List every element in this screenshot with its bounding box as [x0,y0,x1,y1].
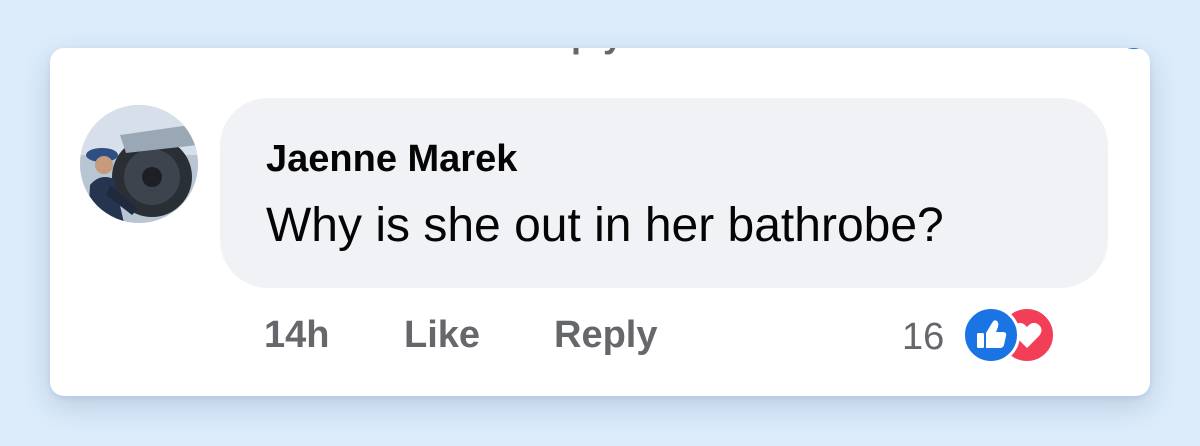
comment-bubble: Jaenne Marek Why is she out in her bathr… [220,98,1108,288]
avatar[interactable] [80,105,198,223]
comment-timestamp[interactable]: 14h [264,314,329,357]
like-icon [962,306,1020,364]
comment-author[interactable]: Jaenne Marek [266,138,517,181]
previous-comment-timestamp[interactable]: 9h [264,48,306,56]
previous-comment-actions: 9h Like Reply 3 [50,48,1150,56]
comment-text: Why is she out in her bathrobe? [266,199,944,252]
previous-comment-like-button[interactable]: Like [386,48,458,56]
previous-comment-reaction-count[interactable]: 3 [1070,48,1090,56]
like-button[interactable]: Like [404,314,480,357]
previous-comment-reply-button[interactable]: Reply [525,48,623,56]
reply-button[interactable]: Reply [554,314,657,357]
previous-comment-like-reaction-icon[interactable] [1110,48,1150,52]
avatar-photo [80,105,198,223]
reaction-count[interactable]: 16 [902,316,944,359]
comment-card: 9h Like Reply 3 Jaenne Marek Why is she … [50,48,1150,396]
reaction-summary[interactable]: 16 [902,304,1102,368]
